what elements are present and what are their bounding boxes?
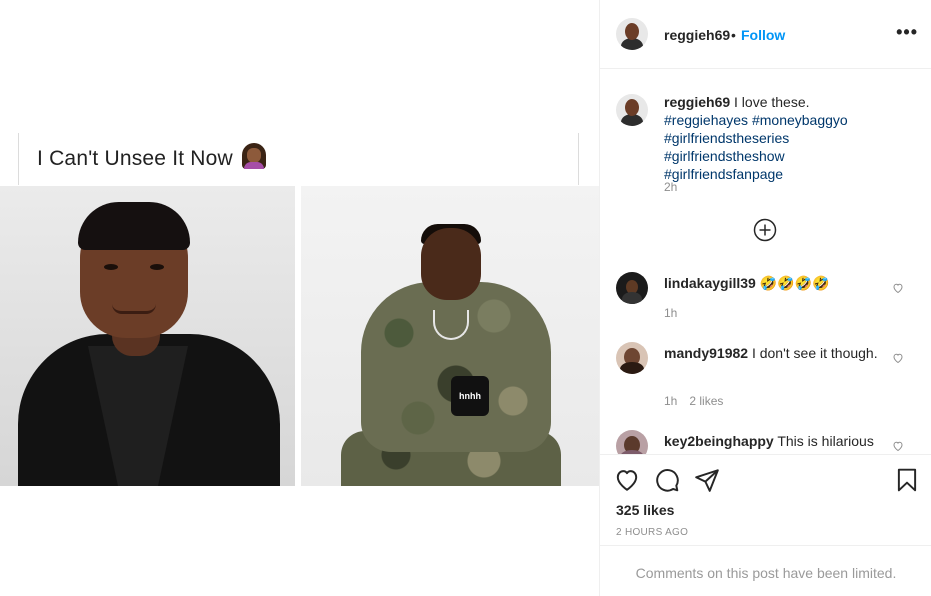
likes-count[interactable]: 325 likes bbox=[616, 502, 674, 518]
comment-username[interactable]: lindakaygill39 bbox=[664, 275, 756, 291]
like-comment-heart-icon[interactable] bbox=[892, 282, 904, 294]
comment-bubble-icon[interactable] bbox=[654, 467, 680, 493]
post-media[interactable]: I Can't Unsee It Now hnhh bbox=[0, 0, 599, 596]
comment-text: key2beinghappy This is hilarious bbox=[664, 432, 894, 450]
like-heart-icon[interactable] bbox=[614, 467, 640, 493]
caption-username[interactable]: reggieh69 bbox=[664, 94, 730, 110]
follow-button[interactable]: Follow bbox=[741, 27, 785, 43]
photo-man-in-suit bbox=[0, 186, 295, 486]
comment-body: 🤣🤣🤣🤣 bbox=[759, 275, 830, 291]
image-caption-line: I Can't Unsee It Now bbox=[37, 143, 267, 171]
image-caption-card: I Can't Unsee It Now bbox=[18, 133, 579, 185]
photo-man-in-camo: hnhh bbox=[301, 186, 599, 486]
post-details-panel: reggieh69 • Follow ••• reggieh69 I love … bbox=[599, 0, 931, 596]
comments-limited-notice: Comments on this post have been limited. bbox=[600, 545, 931, 596]
hashtag-link[interactable]: #moneybaggyo bbox=[752, 112, 848, 128]
post-actions: 325 likes 2 HOURS AGO bbox=[600, 454, 931, 544]
comment-avatar[interactable] bbox=[616, 342, 648, 374]
comment-meta: 1h bbox=[664, 306, 689, 320]
comment-body: I don't see it though. bbox=[751, 345, 878, 361]
comment-text: mandy91982 I don't see it though. bbox=[664, 344, 894, 362]
caption-avatar[interactable] bbox=[616, 94, 648, 126]
caption-body: I love these. bbox=[734, 94, 810, 110]
caption-time[interactable]: 2h bbox=[664, 180, 677, 194]
caption-text: reggieh69 I love these. #reggiehayes #mo… bbox=[664, 93, 894, 183]
like-comment-heart-icon[interactable] bbox=[892, 352, 904, 364]
comment-username[interactable]: mandy91982 bbox=[664, 345, 748, 361]
save-bookmark-icon[interactable] bbox=[894, 467, 920, 493]
comment-meta: 1h 2 likes bbox=[664, 394, 735, 408]
comment-username[interactable]: key2beinghappy bbox=[664, 433, 774, 449]
comment-avatar[interactable] bbox=[616, 430, 648, 454]
post-header: reggieh69 • Follow ••• bbox=[600, 0, 931, 69]
comment-time[interactable]: 1h bbox=[664, 306, 677, 320]
like-comment-heart-icon[interactable] bbox=[892, 440, 904, 452]
share-paper-plane-icon[interactable] bbox=[694, 467, 720, 493]
comments-list[interactable]: reggieh69 I love these. #reggiehayes #mo… bbox=[600, 70, 931, 454]
comment-avatar[interactable] bbox=[616, 272, 648, 304]
microphone-label: hnhh bbox=[451, 376, 489, 416]
comment-text: lindakaygill39 🤣🤣🤣🤣 bbox=[664, 274, 894, 292]
hashtag-link[interactable]: #girlfriendstheseries bbox=[664, 130, 789, 146]
hashtag-link[interactable]: #reggiehayes bbox=[664, 112, 748, 128]
avatar[interactable] bbox=[616, 18, 648, 50]
header-username[interactable]: reggieh69 bbox=[664, 27, 730, 43]
post-timestamp[interactable]: 2 HOURS AGO bbox=[616, 527, 688, 538]
caption-meta: 2h bbox=[664, 180, 689, 194]
comment-body: This is hilarious bbox=[777, 433, 874, 449]
woman-facepalming-emoji-icon bbox=[241, 143, 267, 169]
comment-time[interactable]: 1h bbox=[664, 394, 677, 408]
comment-likes[interactable]: 2 likes bbox=[689, 394, 723, 408]
hashtag-link[interactable]: #girlfriendstheshow bbox=[664, 148, 785, 164]
load-more-comments-icon[interactable] bbox=[753, 218, 777, 242]
more-options-icon[interactable]: ••• bbox=[896, 22, 918, 43]
header-separator: • bbox=[731, 27, 736, 43]
image-caption-text: I Can't Unsee It Now bbox=[37, 147, 233, 170]
